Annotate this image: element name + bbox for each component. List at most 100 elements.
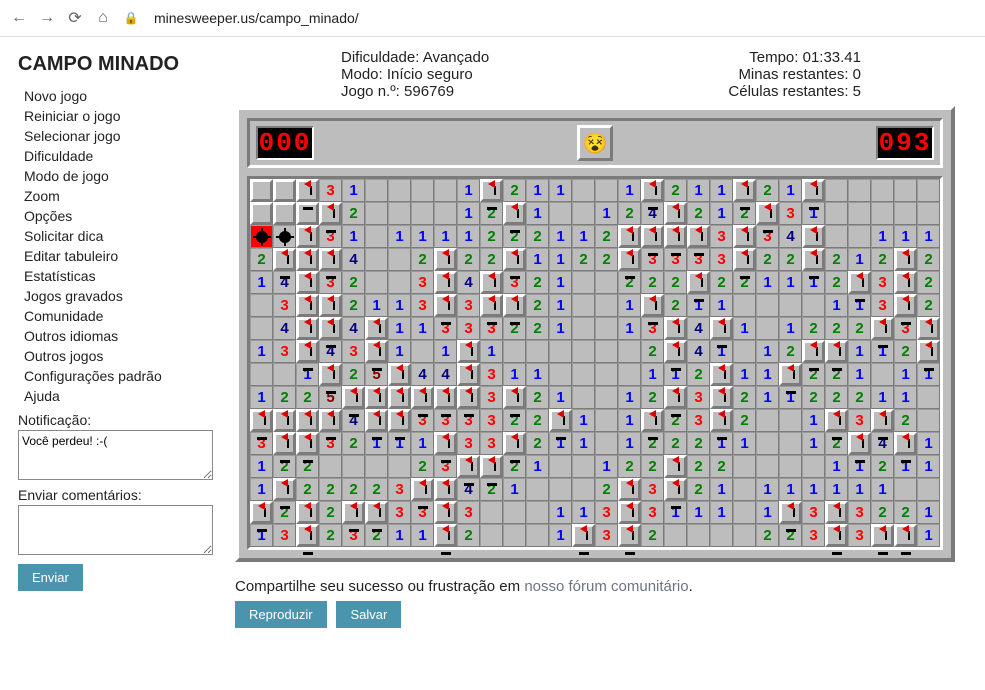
- cell-6-23[interactable]: 1: [779, 317, 802, 340]
- cell-4-15[interactable]: [595, 271, 618, 294]
- cell-9-29[interactable]: [917, 386, 940, 409]
- cell-7-15[interactable]: [595, 340, 618, 363]
- cell-4-7[interactable]: 3: [411, 271, 434, 294]
- cell-0-21[interactable]: [733, 179, 756, 202]
- cell-11-17[interactable]: 2: [641, 432, 664, 455]
- cell-11-16[interactable]: 1: [618, 432, 641, 455]
- cell-2-5[interactable]: [365, 225, 388, 248]
- cell-11-4[interactable]: 2: [342, 432, 365, 455]
- cell-15-14[interactable]: [572, 524, 595, 547]
- cell-7-7[interactable]: [411, 340, 434, 363]
- cell-11-11[interactable]: [503, 432, 526, 455]
- cell-0-8[interactable]: [434, 179, 457, 202]
- cell-10-26[interactable]: 3: [848, 409, 871, 432]
- cell-2-27[interactable]: 1: [871, 225, 894, 248]
- cell-11-6[interactable]: 1: [388, 432, 411, 455]
- cell-11-14[interactable]: 1: [572, 432, 595, 455]
- cell-1-17[interactable]: 4: [641, 202, 664, 225]
- cell-12-18[interactable]: [664, 455, 687, 478]
- cell-7-9[interactable]: [457, 340, 480, 363]
- cell-0-7[interactable]: [411, 179, 434, 202]
- cell-3-8[interactable]: [434, 248, 457, 271]
- cell-14-29[interactable]: 1: [917, 501, 940, 524]
- cell-1-21[interactable]: 2: [733, 202, 756, 225]
- cell-5-5[interactable]: 1: [365, 294, 388, 317]
- cell-2-25[interactable]: [825, 225, 848, 248]
- cell-3-11[interactable]: [503, 248, 526, 271]
- cell-6-8[interactable]: 3: [434, 317, 457, 340]
- cell-0-24[interactable]: [802, 179, 825, 202]
- cell-10-2[interactable]: [296, 409, 319, 432]
- cell-0-27[interactable]: [871, 179, 894, 202]
- cell-7-18[interactable]: [664, 340, 687, 363]
- cell-13-28[interactable]: [894, 478, 917, 501]
- cell-13-27[interactable]: 1: [871, 478, 894, 501]
- cell-10-24[interactable]: 1: [802, 409, 825, 432]
- cell-2-2[interactable]: [296, 225, 319, 248]
- cell-7-13[interactable]: [549, 340, 572, 363]
- cell-1-22[interactable]: [756, 202, 779, 225]
- cell-6-9[interactable]: 3: [457, 317, 480, 340]
- cell-10-22[interactable]: [756, 409, 779, 432]
- cell-3-0[interactable]: 2: [250, 248, 273, 271]
- cell-3-15[interactable]: 2: [595, 248, 618, 271]
- cell-10-20[interactable]: [710, 409, 733, 432]
- cell-3-17[interactable]: 3: [641, 248, 664, 271]
- cell-8-2[interactable]: 1: [296, 363, 319, 386]
- cell-13-9[interactable]: 4: [457, 478, 480, 501]
- sidebar-item-0[interactable]: Novo jogo: [24, 86, 223, 106]
- cell-9-11[interactable]: [503, 386, 526, 409]
- cell-3-19[interactable]: 3: [687, 248, 710, 271]
- cell-12-0[interactable]: 1: [250, 455, 273, 478]
- cell-1-7[interactable]: [411, 202, 434, 225]
- cell-7-22[interactable]: 1: [756, 340, 779, 363]
- cell-11-20[interactable]: 1: [710, 432, 733, 455]
- cell-14-20[interactable]: 1: [710, 501, 733, 524]
- cell-8-12[interactable]: 1: [526, 363, 549, 386]
- cell-13-25[interactable]: 1: [825, 478, 848, 501]
- cell-9-12[interactable]: 2: [526, 386, 549, 409]
- cell-2-0[interactable]: [250, 225, 273, 248]
- cell-9-7[interactable]: [411, 386, 434, 409]
- cell-12-7[interactable]: 2: [411, 455, 434, 478]
- cell-12-17[interactable]: 2: [641, 455, 664, 478]
- cell-3-6[interactable]: [388, 248, 411, 271]
- cell-8-29[interactable]: 1: [917, 363, 940, 386]
- cell-15-3[interactable]: 2: [319, 524, 342, 547]
- cell-4-26[interactable]: [848, 271, 871, 294]
- cell-14-27[interactable]: 2: [871, 501, 894, 524]
- cell-5-17[interactable]: [641, 294, 664, 317]
- cell-5-1[interactable]: 3: [273, 294, 296, 317]
- cell-9-26[interactable]: 2: [848, 386, 871, 409]
- sidebar-item-7[interactable]: Solicitar dica: [24, 226, 223, 246]
- cell-1-13[interactable]: [549, 202, 572, 225]
- cell-12-28[interactable]: 1: [894, 455, 917, 478]
- cell-4-11[interactable]: 3: [503, 271, 526, 294]
- cell-6-16[interactable]: 1: [618, 317, 641, 340]
- cell-2-3[interactable]: 3: [319, 225, 342, 248]
- cell-7-25[interactable]: [825, 340, 848, 363]
- forum-link[interactable]: nosso fórum comunitário: [524, 578, 688, 595]
- cell-8-20[interactable]: [710, 363, 733, 386]
- cell-12-12[interactable]: 1: [526, 455, 549, 478]
- cell-14-15[interactable]: 3: [595, 501, 618, 524]
- cell-0-29[interactable]: [917, 179, 940, 202]
- cell-10-10[interactable]: 3: [480, 409, 503, 432]
- cell-13-24[interactable]: 1: [802, 478, 825, 501]
- cell-5-27[interactable]: 3: [871, 294, 894, 317]
- cell-12-4[interactable]: [342, 455, 365, 478]
- cell-15-16[interactable]: [618, 524, 641, 547]
- cell-10-29[interactable]: [917, 409, 940, 432]
- cell-8-16[interactable]: [618, 363, 641, 386]
- cell-2-7[interactable]: 1: [411, 225, 434, 248]
- cell-9-5[interactable]: [365, 386, 388, 409]
- cell-10-9[interactable]: 3: [457, 409, 480, 432]
- cell-6-14[interactable]: [572, 317, 595, 340]
- cell-14-18[interactable]: 1: [664, 501, 687, 524]
- cell-4-13[interactable]: 1: [549, 271, 572, 294]
- cell-0-5[interactable]: [365, 179, 388, 202]
- cell-7-14[interactable]: [572, 340, 595, 363]
- cell-2-22[interactable]: 3: [756, 225, 779, 248]
- cell-1-5[interactable]: [365, 202, 388, 225]
- cell-10-4[interactable]: 4: [342, 409, 365, 432]
